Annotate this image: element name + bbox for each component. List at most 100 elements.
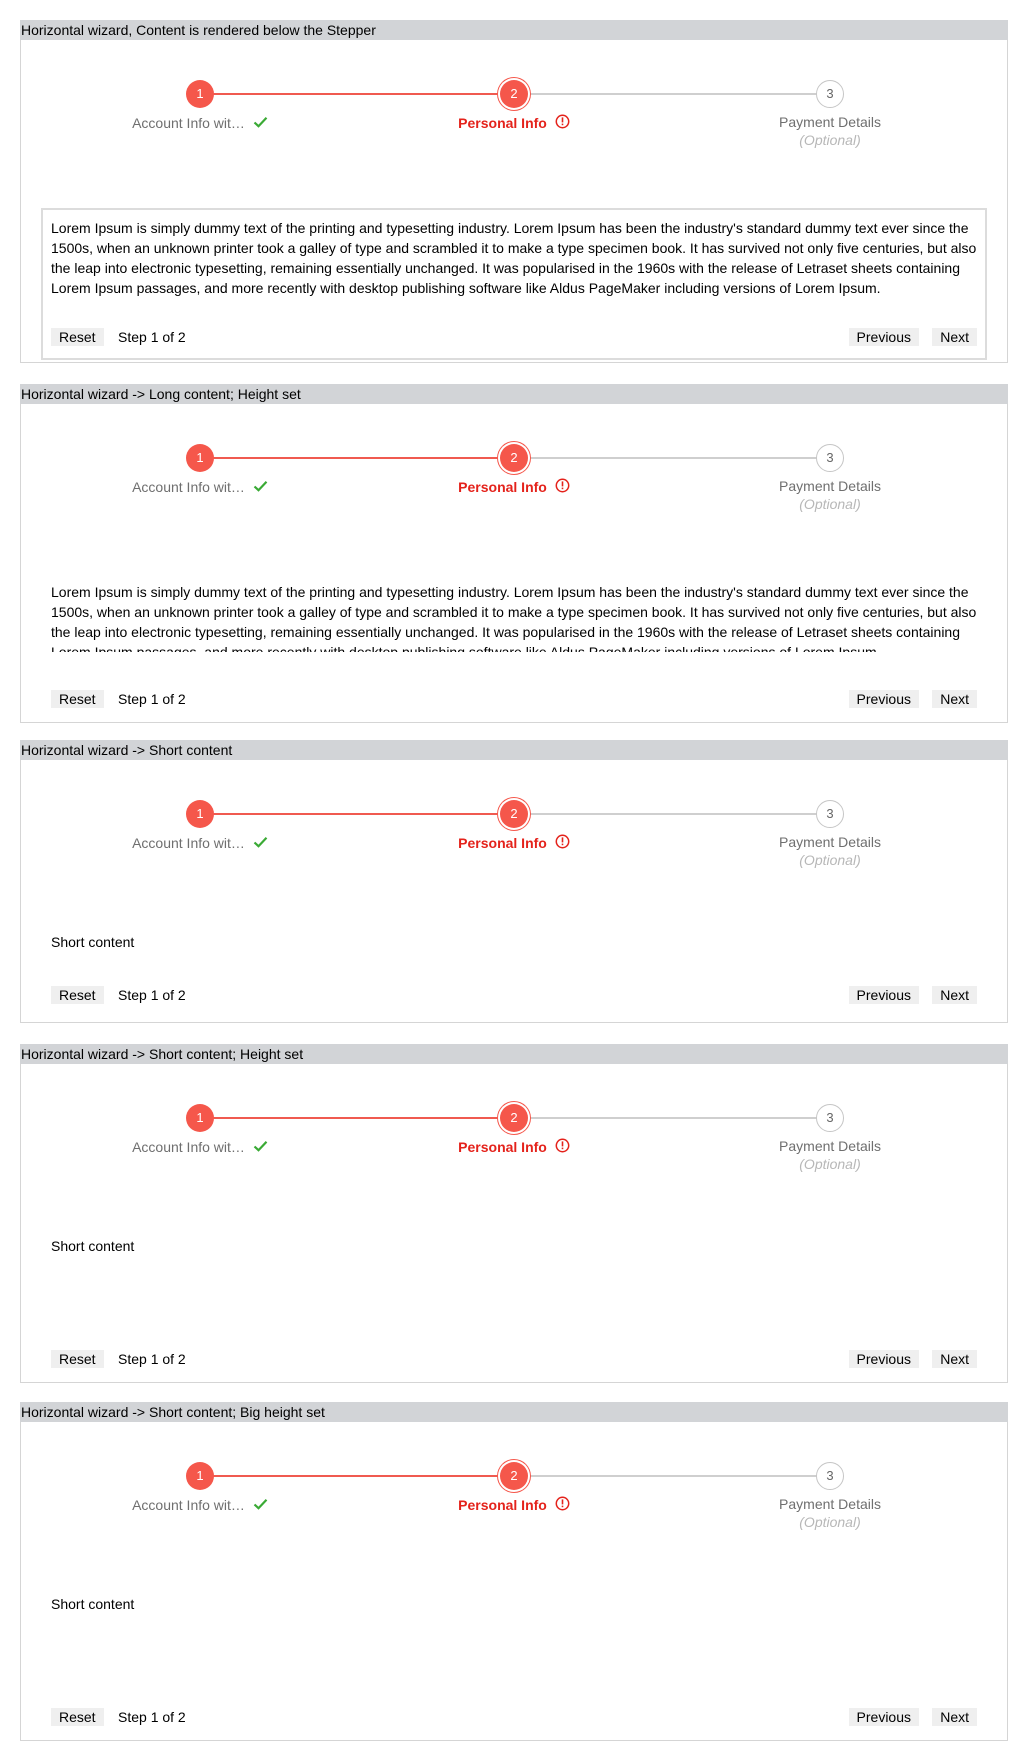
step-counter: Step 1 of 2 <box>118 987 186 1003</box>
step-counter: Step 1 of 2 <box>118 1709 186 1725</box>
step-2-number: 2 <box>500 444 528 472</box>
wizard-footer: Reset Step 1 of 2 Previous Next <box>51 1350 977 1368</box>
step-content: Short content <box>51 1596 135 1612</box>
wizard-section-1: Horizontal wizard, Content is rendered b… <box>20 20 1008 363</box>
step-2-label: Personal Info <box>458 115 547 132</box>
step-3[interactable]: 3 Payment Details (Optional) <box>710 800 950 869</box>
step-3-optional: (Optional) <box>799 1514 861 1530</box>
step-3-number: 3 <box>816 1462 844 1490</box>
step-1-label: Account Info wit… <box>132 1139 245 1156</box>
step-1-number: 1 <box>186 1462 214 1490</box>
step-2-number: 2 <box>500 800 528 828</box>
error-circle-icon <box>555 478 570 497</box>
step-2-label: Personal Info <box>458 1497 547 1514</box>
section-title: Horizontal wizard, Content is rendered b… <box>20 20 1008 40</box>
checkmark-icon <box>253 1496 268 1514</box>
step-content: Short content <box>51 934 135 950</box>
step-3-number: 3 <box>816 1104 844 1132</box>
section-title: Horizontal wizard -> Long content; Heigh… <box>20 384 1008 404</box>
checkmark-icon <box>253 114 268 132</box>
step-3[interactable]: 3 Payment Details (Optional) <box>710 444 950 513</box>
wizard-section-3: Horizontal wizard -> Short content 1 Acc… <box>20 740 1008 1023</box>
step-1-number: 1 <box>186 80 214 108</box>
step-1-label: Account Info wit… <box>132 479 245 496</box>
wizard-section-5: Horizontal wizard -> Short content; Big … <box>20 1402 1008 1741</box>
previous-button[interactable]: Previous <box>848 690 919 708</box>
step-counter: Step 1 of 2 <box>118 1351 186 1367</box>
step-2[interactable]: 2 Personal Info <box>394 800 634 851</box>
wizard-panel: 1 Account Info wit… 2 Personal Info 3 Pa… <box>20 1064 1008 1383</box>
step-counter: Step 1 of 2 <box>118 691 186 707</box>
wizard-section-4: Horizontal wizard -> Short content; Heig… <box>20 1044 1008 1383</box>
section-title: Horizontal wizard -> Short content; Heig… <box>20 1044 1008 1064</box>
previous-button[interactable]: Previous <box>848 986 919 1004</box>
wizard-panel: 1 Account Info wit… 2 Personal Info 3 Pa… <box>20 760 1008 1023</box>
wizard-panel: 1 Account Info wit… 2 Personal Info 3 Pa… <box>20 404 1008 723</box>
step-3-optional: (Optional) <box>799 1156 861 1172</box>
checkmark-icon <box>253 478 268 496</box>
checkmark-icon <box>253 1138 268 1156</box>
reset-button[interactable]: Reset <box>51 1350 104 1368</box>
wizard-footer: Reset Step 1 of 2 Previous Next <box>51 690 977 708</box>
step-1[interactable]: 1 Account Info wit… <box>80 80 320 131</box>
stepper: 1 Account Info wit… 2 Personal Info 3 Pa… <box>21 1422 1007 1542</box>
step-3[interactable]: 3 Payment Details (Optional) <box>710 1104 950 1173</box>
error-circle-icon <box>555 114 570 133</box>
step-1-number: 1 <box>186 800 214 828</box>
reset-button[interactable]: Reset <box>51 690 104 708</box>
previous-button[interactable]: Previous <box>848 1350 919 1368</box>
next-button[interactable]: Next <box>932 328 977 346</box>
step-1-number: 1 <box>186 1104 214 1132</box>
step-3[interactable]: 3 Payment Details (Optional) <box>710 1462 950 1531</box>
next-button[interactable]: Next <box>932 1350 977 1368</box>
reset-button[interactable]: Reset <box>51 328 104 346</box>
step-content: Lorem Ipsum is simply dummy text of the … <box>51 220 977 296</box>
step-3[interactable]: 3 Payment Details (Optional) <box>710 80 950 149</box>
step-3-label: Payment Details <box>779 834 881 850</box>
error-circle-icon <box>555 1138 570 1157</box>
step-1[interactable]: 1 Account Info wit… <box>80 800 320 851</box>
wizard-footer: Reset Step 1 of 2 Previous Next <box>51 328 977 346</box>
step-3-label: Payment Details <box>779 114 881 130</box>
step-2-label: Personal Info <box>458 1139 547 1156</box>
step-2-number: 2 <box>500 1462 528 1490</box>
error-circle-icon <box>555 834 570 853</box>
reset-button[interactable]: Reset <box>51 986 104 1004</box>
next-button[interactable]: Next <box>932 690 977 708</box>
wizard-panel: 1 Account Info wit… 2 Personal Info 3 Pa… <box>20 1422 1008 1741</box>
step-2-label: Personal Info <box>458 835 547 852</box>
step-2-label: Personal Info <box>458 479 547 496</box>
step-1-label: Account Info wit… <box>132 1497 245 1514</box>
stepper: 1 Account Info wit… 2 Personal Info 3 Pa… <box>21 404 1007 524</box>
step-1[interactable]: 1 Account Info wit… <box>80 444 320 495</box>
stepper: 1 Account Info wit… 2 Personal Info 3 Pa… <box>21 40 1007 160</box>
step-2[interactable]: 2 Personal Info <box>394 444 634 495</box>
step-3-number: 3 <box>816 444 844 472</box>
step-counter: Step 1 of 2 <box>118 329 186 345</box>
content-frame: Lorem Ipsum is simply dummy text of the … <box>41 208 987 360</box>
step-3-number: 3 <box>816 800 844 828</box>
section-title: Horizontal wizard -> Short content; Big … <box>20 1402 1008 1422</box>
step-1[interactable]: 1 Account Info wit… <box>80 1462 320 1513</box>
wizard-section-2: Horizontal wizard -> Long content; Heigh… <box>20 384 1008 723</box>
step-3-number: 3 <box>816 80 844 108</box>
step-3-optional: (Optional) <box>799 852 861 868</box>
step-3-label: Payment Details <box>779 1138 881 1154</box>
previous-button[interactable]: Previous <box>848 1708 919 1726</box>
next-button[interactable]: Next <box>932 986 977 1004</box>
step-1[interactable]: 1 Account Info wit… <box>80 1104 320 1155</box>
step-2[interactable]: 2 Personal Info <box>394 1104 634 1155</box>
step-1-number: 1 <box>186 444 214 472</box>
previous-button[interactable]: Previous <box>848 328 919 346</box>
reset-button[interactable]: Reset <box>51 1708 104 1726</box>
step-3-optional: (Optional) <box>799 132 861 148</box>
section-title: Horizontal wizard -> Short content <box>20 740 1008 760</box>
step-2[interactable]: 2 Personal Info <box>394 80 634 131</box>
step-1-label: Account Info wit… <box>132 115 245 132</box>
next-button[interactable]: Next <box>932 1708 977 1726</box>
wizard-panel: 1 Account Info wit… 2 Personal Info 3 Pa… <box>20 40 1008 363</box>
stepper: 1 Account Info wit… 2 Personal Info 3 Pa… <box>21 760 1007 880</box>
step-2[interactable]: 2 Personal Info <box>394 1462 634 1513</box>
wizard-footer: Reset Step 1 of 2 Previous Next <box>51 986 977 1004</box>
step-content: Lorem Ipsum is simply dummy text of the … <box>51 584 977 652</box>
